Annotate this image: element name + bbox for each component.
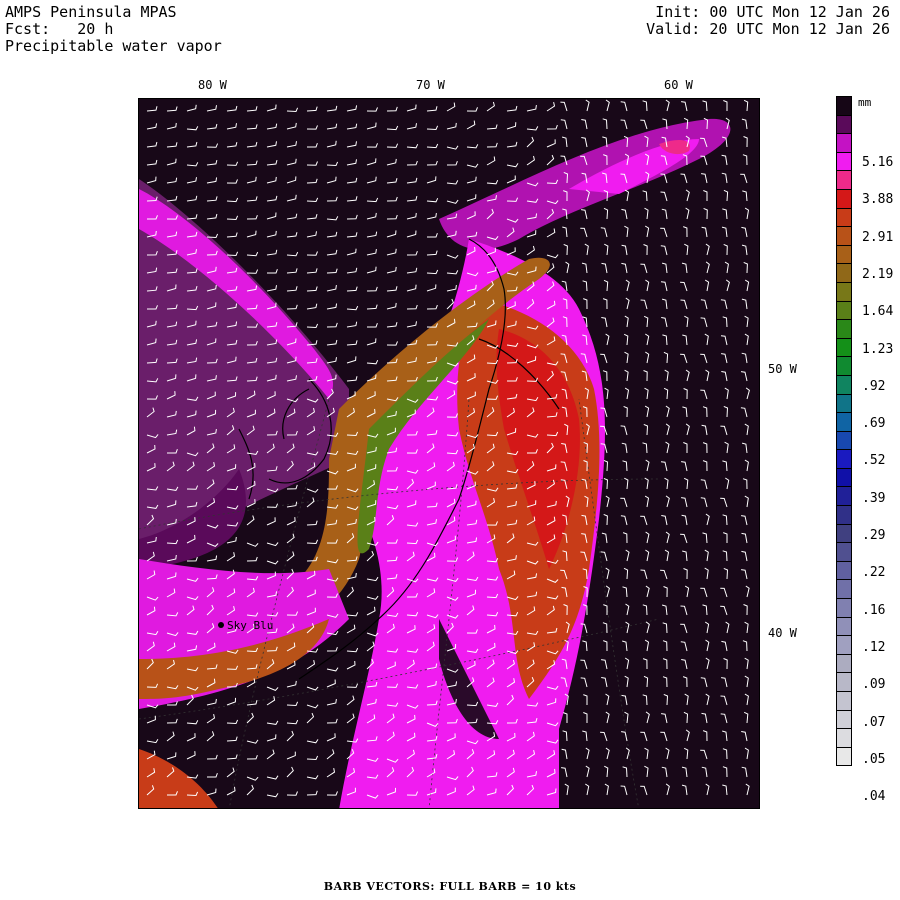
colorbar-cell (836, 560, 852, 580)
lon-label-70w: 70 W (416, 78, 445, 92)
colorbar-label: .12 (862, 639, 886, 655)
colorbar-label: .39 (862, 490, 886, 506)
colorbar-label: .07 (862, 714, 886, 730)
colorbar-cell (836, 319, 852, 338)
colorbar-cell (836, 207, 852, 227)
colorbar-cell (836, 226, 852, 245)
colorbar-label: 3.88 (862, 192, 894, 208)
colorbar-label: .04 (862, 789, 886, 805)
colorbar-cell (836, 430, 852, 450)
colorbar-cell (836, 188, 852, 208)
forecast-hour: Fcst: 20 h (5, 20, 114, 38)
colorbar-cell (836, 281, 852, 301)
colorbar-cell (836, 691, 852, 710)
station-label: Sky Blu (227, 619, 273, 632)
title-block-left: AMPS Peninsula MPAS Fcst: 20 h Precipita… (5, 4, 222, 55)
colorbar-cell (836, 598, 852, 617)
colorbar-cell (836, 746, 852, 767)
title-block-right: Init: 00 UTC Mon 12 Jan 26 Valid: 20 UTC… (646, 4, 890, 38)
colorbar-cell (836, 263, 852, 282)
valid-time: Valid: 20 UTC Mon 12 Jan 26 (646, 20, 890, 38)
colorbar-cell (836, 393, 852, 413)
colorbar-cell (836, 523, 852, 543)
map-panel: Sky Blu (138, 98, 760, 809)
colorbar-label: 1.23 (862, 341, 894, 357)
colorbar-cell (836, 374, 852, 394)
colorbar-cell (836, 542, 852, 561)
colorbar-label: 2.91 (862, 229, 894, 245)
colorbar-label: .52 (862, 453, 886, 469)
init-time: Init: 00 UTC Mon 12 Jan 26 (655, 3, 890, 21)
colorbar (836, 96, 852, 767)
colorbar-units: mm (858, 96, 872, 109)
colorbar-label: .16 (862, 602, 886, 618)
colorbar-cell (836, 412, 852, 431)
colorbar-cell (836, 114, 852, 134)
colorbar-cell (836, 244, 852, 264)
colorbar-label: .05 (862, 751, 886, 767)
colorbar-label: .22 (862, 565, 886, 581)
colorbar-label: .92 (862, 378, 886, 394)
colorbar-cell (836, 300, 852, 320)
lon-label-60w: 60 W (664, 78, 693, 92)
station-marker (218, 622, 224, 628)
colorbar-cell (836, 579, 852, 599)
colorbar-cell (836, 635, 852, 654)
colorbar-cell (836, 709, 852, 729)
colorbar-cell (836, 337, 852, 357)
colorbar-cell (836, 356, 852, 375)
colorbar-cell (836, 486, 852, 506)
colorbar-label: .69 (862, 416, 886, 432)
colorbar-cell (836, 96, 852, 115)
colorbar-cell (836, 505, 852, 524)
colorbar-cell (836, 653, 852, 673)
colorbar-cell (836, 133, 852, 152)
colorbar-cell (836, 467, 852, 487)
lat-label-50w: 50 W (768, 362, 797, 376)
colorbar-cell (836, 616, 852, 636)
model-name: AMPS Peninsula MPAS (5, 3, 177, 21)
colorbar-label: 5.16 (862, 155, 894, 170)
field-name: Precipitable water vapor (5, 37, 222, 55)
colorbar-label: 2.19 (862, 266, 894, 282)
colorbar-label: 1.64 (862, 304, 894, 320)
precipitable-water-map: Sky Blu (139, 99, 759, 808)
lon-label-80w: 80 W (198, 78, 227, 92)
barb-legend: BARB VECTORS: FULL BARB = 10 kts (323, 880, 577, 893)
colorbar-cell (836, 151, 852, 171)
colorbar-cell (836, 170, 852, 189)
lat-label-40w: 40 W (768, 626, 797, 640)
colorbar-cell (836, 449, 852, 468)
colorbar-label: .09 (862, 677, 886, 693)
colorbar-cell (836, 672, 852, 691)
colorbar-cell (836, 728, 852, 747)
colorbar-label: .29 (862, 528, 886, 543)
